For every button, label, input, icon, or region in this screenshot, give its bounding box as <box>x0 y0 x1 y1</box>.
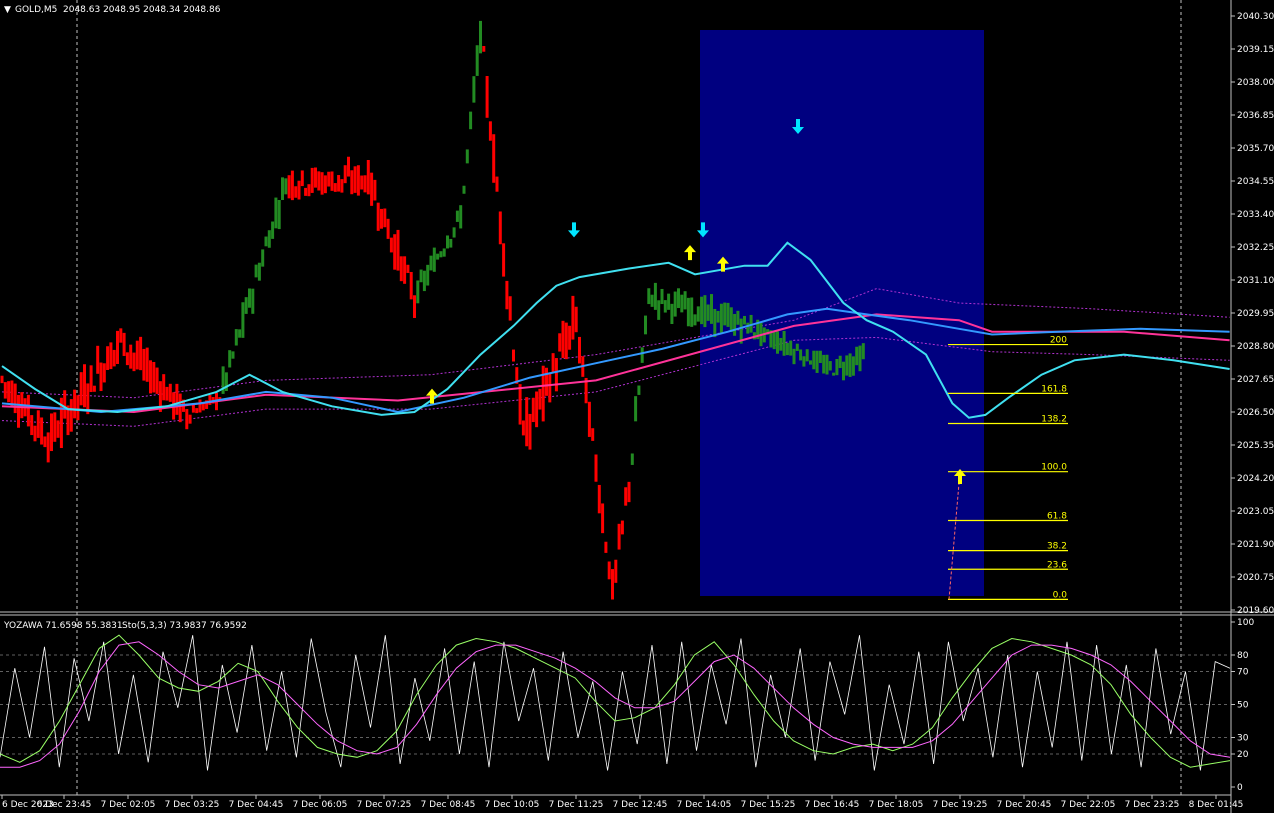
oscillator-tick-label: 50 <box>1237 701 1249 711</box>
time-tick-label: 7 Dec 14:05 <box>677 800 732 810</box>
price-tick-label: 2032.25 <box>1237 243 1274 253</box>
stochastic-label: Sto(5,3,3) 73.9837 76.9592 <box>122 621 247 631</box>
oscillator-tick-label: 70 <box>1237 668 1249 678</box>
oscillator-header: YOZAWA 71.6598 55.3831 Sto(5,3,3) 73.983… <box>3 621 247 631</box>
price-tick-label: 2026.50 <box>1237 408 1274 418</box>
time-tick-label: 7 Dec 02:05 <box>101 800 156 810</box>
symbol-dropdown-icon[interactable]: ▼ <box>4 5 11 15</box>
price-tick-label: 2040.30 <box>1237 12 1274 22</box>
time-tick-label: 7 Dec 07:25 <box>357 800 412 810</box>
fib-level-label: 138.2 <box>1041 414 1067 424</box>
price-tick-label: 2024.20 <box>1237 474 1274 484</box>
fib-level-label: 200 <box>1050 336 1067 346</box>
fib-level-label: 0.0 <box>1053 590 1068 600</box>
price-tick-label: 2036.85 <box>1237 111 1274 121</box>
price-tick-label: 2031.10 <box>1237 276 1274 286</box>
time-tick-label: 7 Dec 18:05 <box>869 800 924 810</box>
yozawa-indicator-label: YOZAWA 71.6598 55.3831 <box>3 621 123 631</box>
time-tick-label: 7 Dec 12:45 <box>613 800 668 810</box>
oscillator-tick-label: 0 <box>1237 783 1243 793</box>
fib-level-label: 23.6 <box>1047 560 1067 570</box>
price-tick-label: 2027.65 <box>1237 375 1274 385</box>
ohlc-values: 2048.63 2048.95 2048.34 2048.86 <box>63 5 221 15</box>
time-tick-label: 7 Dec 16:45 <box>805 800 860 810</box>
time-tick-label: 7 Dec 10:05 <box>485 800 540 810</box>
fib-level-label: 38.2 <box>1047 542 1067 552</box>
fib-level-label: 161.8 <box>1041 384 1067 394</box>
price-tick-label: 2034.55 <box>1237 177 1274 187</box>
time-tick-label: 7 Dec 22:05 <box>1061 800 1116 810</box>
oscillator-tick-label: 30 <box>1237 734 1249 744</box>
time-tick-label: 6 Dec 23:45 <box>37 800 92 810</box>
price-tick-label: 2029.95 <box>1237 309 1274 319</box>
highlight-rectangle <box>700 30 984 596</box>
time-tick-label: 7 Dec 03:25 <box>165 800 220 810</box>
symbol-label: GOLD,M5 <box>15 5 57 15</box>
time-tick-label: 7 Dec 15:25 <box>741 800 796 810</box>
trading-chart[interactable]: 200161.8138.2100.061.838.223.60.0 2040.3… <box>0 0 1274 813</box>
time-tick-label: 7 Dec 23:25 <box>1125 800 1180 810</box>
fib-level-label: 100.0 <box>1041 463 1067 473</box>
time-tick-label: 7 Dec 20:45 <box>997 800 1052 810</box>
price-tick-label: 2023.05 <box>1237 507 1274 517</box>
time-tick-label: 8 Dec 01:45 <box>1189 800 1244 810</box>
price-tick-label: 2028.80 <box>1237 342 1274 352</box>
oscillator-tick-label: 20 <box>1237 750 1249 760</box>
price-tick-label: 2025.35 <box>1237 441 1274 451</box>
chart-header: ▼ GOLD,M5 2048.63 2048.95 2048.34 2048.8… <box>4 5 221 15</box>
price-tick-label: 2020.75 <box>1237 573 1274 583</box>
time-tick-label: 7 Dec 19:25 <box>933 800 988 810</box>
price-tick-label: 2033.40 <box>1237 210 1274 220</box>
price-tick-label: 2021.90 <box>1237 540 1274 550</box>
oscillator-tick-label: 80 <box>1237 651 1249 661</box>
time-tick-label: 7 Dec 08:45 <box>421 800 476 810</box>
price-tick-label: 2039.15 <box>1237 45 1274 55</box>
oscillator-tick-label: 100 <box>1237 618 1254 628</box>
time-tick-label: 7 Dec 06:05 <box>293 800 348 810</box>
price-tick-label: 2019.60 <box>1237 606 1274 616</box>
time-tick-label: 7 Dec 11:25 <box>549 800 604 810</box>
time-tick-label: 7 Dec 04:45 <box>229 800 284 810</box>
price-tick-label: 2038.00 <box>1237 78 1274 88</box>
fib-level-label: 61.8 <box>1047 511 1067 521</box>
price-tick-label: 2035.70 <box>1237 144 1274 154</box>
